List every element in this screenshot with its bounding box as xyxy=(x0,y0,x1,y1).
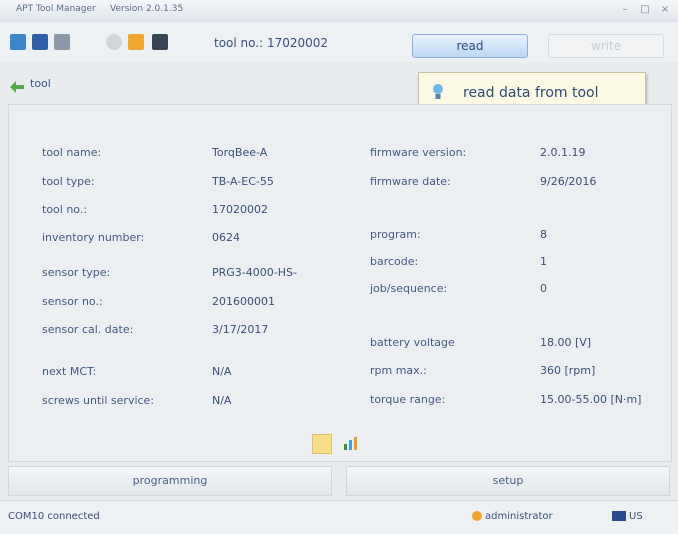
job-sequence-label: job/sequence: xyxy=(370,282,448,295)
maximize-button[interactable]: □ xyxy=(638,4,652,15)
torque-range-value: 15.00-55.00 [N·m] xyxy=(540,393,642,406)
sensor-type-label: sensor type: xyxy=(42,266,111,279)
program-value: 8 xyxy=(540,228,547,241)
app-title: APT Tool Manager xyxy=(16,4,96,14)
firmware-version-value: 2.0.1.19 xyxy=(540,146,586,159)
document-icon[interactable] xyxy=(312,434,332,454)
program-label: program: xyxy=(370,228,421,241)
connection-status: COM10 connected xyxy=(8,511,100,522)
tool-no-label: tool no.: xyxy=(42,203,88,216)
language-label: US xyxy=(629,511,643,522)
next-mct-label: next MCT: xyxy=(42,365,97,378)
rpm-max-label: rpm max.: xyxy=(370,364,427,377)
folder-icon[interactable] xyxy=(10,34,26,50)
torque-range-label: torque range: xyxy=(370,393,446,406)
disabled-icon xyxy=(106,34,122,50)
sensor-no-value: 201600001 xyxy=(212,295,275,308)
next-mct-value: N/A xyxy=(212,365,232,378)
job-sequence-value: 0 xyxy=(540,282,547,295)
programming-button[interactable]: programming xyxy=(8,466,332,496)
minimize-button[interactable]: – xyxy=(618,4,632,15)
toolbar: tool no.: 17020002 read write xyxy=(0,22,678,62)
firmware-date-label: firmware date: xyxy=(370,175,451,188)
tool-name-value: TorqBee-A xyxy=(212,146,268,159)
language-selector[interactable]: US xyxy=(612,511,643,522)
status-bar: COM10 connected administrator US xyxy=(0,500,678,534)
sensor-cal-date-value: 3/17/2017 xyxy=(212,323,269,336)
inventory-number-label: inventory number: xyxy=(42,231,145,244)
tool-type-value: TB-A-EC-55 xyxy=(212,175,274,188)
sensor-no-label: sensor no.: xyxy=(42,295,103,308)
save-icon[interactable] xyxy=(32,34,48,50)
breadcrumb-tool[interactable]: tool xyxy=(30,77,51,90)
battery-voltage-value: 18.00 [V] xyxy=(540,336,592,349)
chart-icon[interactable] xyxy=(342,434,360,452)
firmware-version-label: firmware version: xyxy=(370,146,467,159)
firmware-date-value: 9/26/2016 xyxy=(540,175,597,188)
app-version: Version 2.0.1.35 xyxy=(110,4,184,14)
tool-type-label: tool type: xyxy=(42,175,95,188)
app-window: APT Tool Manager Version 2.0.1.35 – □ × … xyxy=(0,0,678,534)
rpm-max-value: 360 [rpm] xyxy=(540,364,596,377)
sensor-cal-date-label: sensor cal. date: xyxy=(42,323,134,336)
setup-button[interactable]: setup xyxy=(346,466,670,496)
sensor-type-value: PRG3-4000-HS- xyxy=(212,266,297,279)
user-icon[interactable] xyxy=(128,34,144,50)
tool-number: tool no.: 17020002 xyxy=(214,36,329,50)
user-name: administrator xyxy=(485,511,553,522)
lock-icon[interactable] xyxy=(152,34,168,50)
screws-until-service-label: screws until service: xyxy=(42,394,155,407)
read-button[interactable]: read xyxy=(412,34,528,58)
close-button[interactable]: × xyxy=(658,4,672,15)
screws-until-service-value: N/A xyxy=(212,394,232,407)
write-button[interactable]: write xyxy=(548,34,664,58)
barcode-label: barcode: xyxy=(370,255,419,268)
tool-name-label: tool name: xyxy=(42,146,102,159)
barcode-value: 1 xyxy=(540,255,547,268)
title-bar: APT Tool Manager Version 2.0.1.35 – □ × xyxy=(0,0,678,23)
settings-icon[interactable] xyxy=(54,34,70,50)
flag-icon xyxy=(612,511,626,521)
user-icon xyxy=(472,511,482,521)
tool-no-value: 17020002 xyxy=(212,203,268,216)
tooltip-text: read data from tool xyxy=(463,85,599,101)
inventory-number-value: 0624 xyxy=(212,231,240,244)
user-status[interactable]: administrator xyxy=(472,511,553,522)
back-arrow-icon[interactable] xyxy=(10,78,24,93)
bulb-icon xyxy=(431,83,445,101)
battery-voltage-label: battery voltage xyxy=(370,336,455,349)
